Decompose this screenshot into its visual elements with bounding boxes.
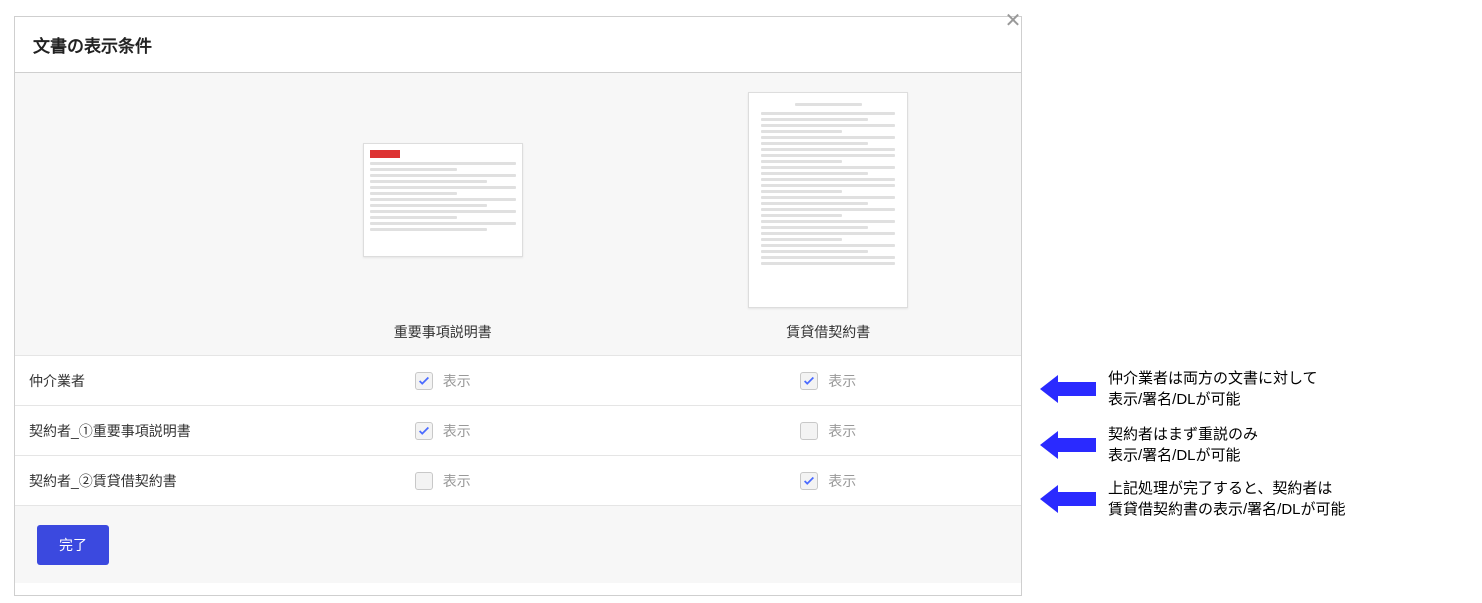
annotation-text: 契約者はまず重説のみ 表示/署名/DLが可能	[1108, 424, 1258, 466]
checkbox[interactable]	[415, 472, 433, 490]
checkbox-label: 表示	[443, 421, 471, 441]
annotation-2: 契約者はまず重説のみ 表示/署名/DLが可能	[1040, 424, 1258, 466]
checkbox-label: 表示	[828, 371, 856, 391]
annotation-text: 上記処理が完了すると、契約者は 賃貸借契約書の表示/署名/DLが可能	[1108, 478, 1346, 520]
checkbox-label: 表示	[443, 371, 471, 391]
modal-header: 文書の表示条件 ✕	[15, 17, 1021, 73]
thumbnail-row: 重要事項説明書	[15, 73, 1021, 355]
checkbox[interactable]	[800, 422, 818, 440]
checkbox[interactable]	[415, 372, 433, 390]
annotation-3: 上記処理が完了すると、契約者は 賃貸借契約書の表示/署名/DLが可能	[1040, 478, 1346, 520]
arrow-left-icon	[1040, 378, 1096, 400]
doc-thumbnail-1[interactable]	[363, 143, 523, 257]
table-row: 仲介業者 表示 表示	[15, 355, 1021, 405]
annotation-1: 仲介業者は両方の文書に対して 表示/署名/DLが可能	[1040, 368, 1318, 410]
checkbox-label: 表示	[443, 471, 471, 491]
doc-col-2: 賃貸借契約書	[636, 73, 1022, 355]
doc-thumbnail-2[interactable]	[748, 92, 908, 308]
checkbox[interactable]	[415, 422, 433, 440]
modal-footer: 完了	[15, 505, 1021, 583]
checkbox-label: 表示	[828, 471, 856, 491]
table-row: 契約者_②賃貸借契約書 表示 表示	[15, 455, 1021, 505]
row-label: 契約者_①重要事項説明書	[15, 421, 250, 441]
permissions-table: 仲介業者 表示 表示 契約者_①重	[15, 355, 1021, 505]
table-row: 契約者_①重要事項説明書 表示 表示	[15, 405, 1021, 455]
close-icon[interactable]: ✕	[1001, 9, 1025, 33]
row-label-spacer	[15, 73, 250, 355]
checkbox[interactable]	[800, 372, 818, 390]
modal-title: 文書の表示条件	[33, 32, 152, 57]
done-button[interactable]: 完了	[37, 525, 109, 565]
doc-col-1: 重要事項説明書	[250, 73, 636, 355]
checkbox[interactable]	[800, 472, 818, 490]
row-label: 契約者_②賃貸借契約書	[15, 471, 250, 491]
checkbox-label: 表示	[828, 421, 856, 441]
modal-document-display-conditions: 文書の表示条件 ✕ 重要事項説明書	[14, 16, 1022, 596]
modal-body: 重要事項説明書	[15, 73, 1021, 583]
arrow-left-icon	[1040, 488, 1096, 510]
row-label: 仲介業者	[15, 371, 250, 391]
doc-name-1: 重要事項説明書	[394, 309, 492, 355]
doc-name-2: 賃貸借契約書	[786, 309, 870, 355]
annotation-text: 仲介業者は両方の文書に対して 表示/署名/DLが可能	[1108, 368, 1318, 410]
arrow-left-icon	[1040, 434, 1096, 456]
